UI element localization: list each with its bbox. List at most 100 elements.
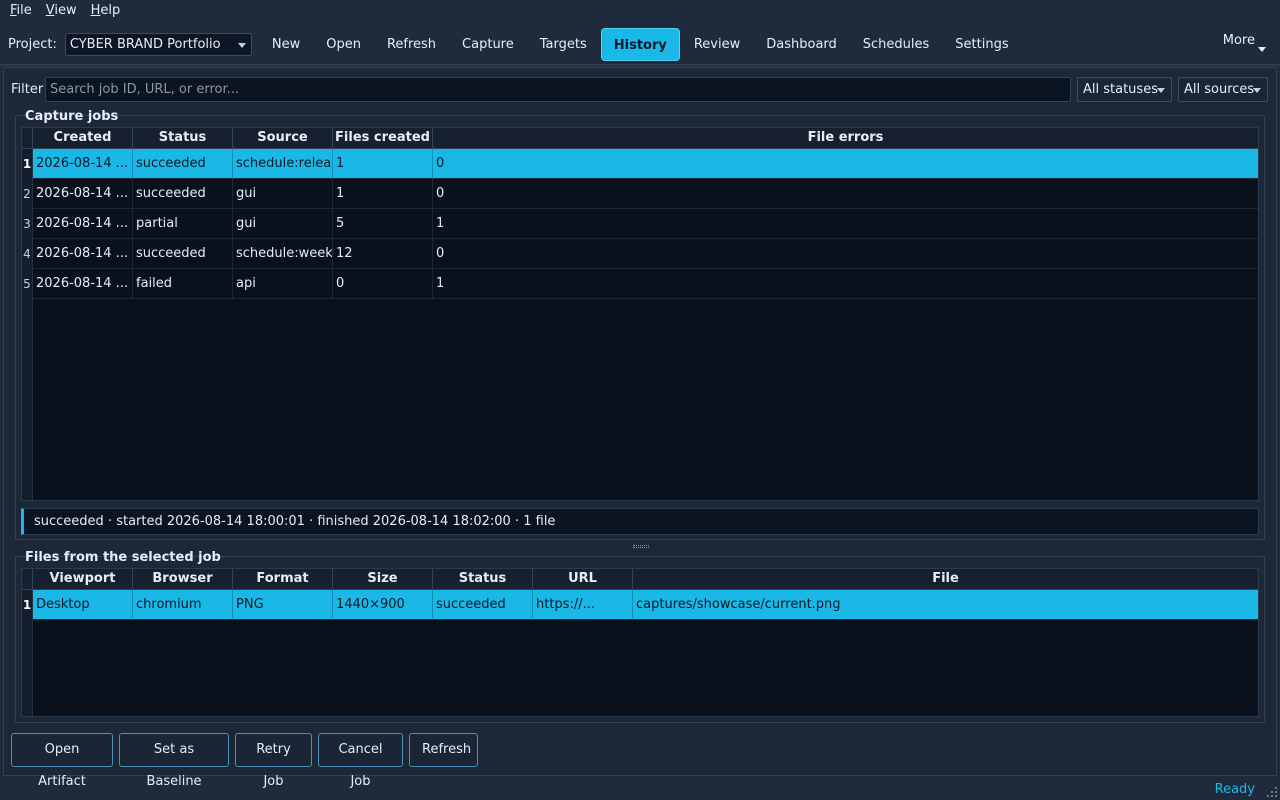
chevron-down-icon: [1258, 47, 1266, 52]
more-label: More: [1222, 33, 1255, 48]
col-status[interactable]: Status: [133, 128, 233, 149]
status-text: Ready: [1214, 782, 1255, 797]
tab-new[interactable]: New: [260, 28, 312, 61]
cell-files-created: 12: [333, 239, 433, 269]
cell-files-created: 0: [333, 269, 433, 299]
filter-search-input[interactable]: Search job ID, URL, or error...: [45, 77, 1071, 102]
more-menu-button[interactable]: More: [1222, 33, 1266, 52]
chevron-down-icon: [1157, 88, 1165, 93]
project-label: Project:: [8, 36, 57, 52]
table-row[interactable]: 1 2026-08-14 ... succeeded schedule:rele…: [22, 149, 1258, 179]
cancel-job-button[interactable]: Cancel Job: [318, 733, 403, 789]
row-number: 1: [22, 149, 33, 179]
cell-file-errors: 1: [433, 209, 1258, 239]
resize-grip-icon[interactable]: [1267, 787, 1277, 797]
tab-settings[interactable]: Settings: [943, 28, 1020, 61]
cell-status: failed: [133, 269, 233, 299]
cell-file-errors: 0: [433, 179, 1258, 209]
retry-job-button[interactable]: Retry Job: [235, 733, 312, 789]
menu-view[interactable]: View: [39, 0, 84, 22]
cell-created: 2026-08-14 ...: [33, 239, 133, 269]
cell-created: 2026-08-14 ...: [33, 269, 133, 299]
jobs-table-header: Created Status Source Files created File…: [22, 128, 1258, 149]
table-row[interactable]: 5 2026-08-14 ... failed api 0 1: [22, 269, 1258, 299]
cell-files-created: 5: [333, 209, 433, 239]
job-files-title: Files from the selected job: [25, 550, 221, 565]
row-number: 1: [22, 590, 33, 620]
tab-refresh[interactable]: Refresh: [375, 28, 448, 61]
cell-viewport: Desktop: [33, 590, 133, 620]
toolbar: Project: CYBER BRAND Portfolio New Open …: [0, 24, 1280, 64]
col-created[interactable]: Created: [33, 128, 133, 149]
cell-file-errors: 0: [433, 239, 1258, 269]
cell-source: api: [233, 269, 333, 299]
col-viewport[interactable]: Viewport: [33, 569, 133, 590]
chevron-down-icon: [237, 42, 246, 48]
col-size[interactable]: Size: [333, 569, 433, 590]
menu-help[interactable]: Help: [84, 0, 128, 22]
splitter-handle[interactable]: [633, 545, 649, 548]
table-corner: [22, 128, 33, 149]
project-select-value: CYBER BRAND Portfolio: [69, 36, 221, 52]
open-artifact-button[interactable]: Open Artifact: [11, 733, 113, 789]
table-row[interactable]: 4 2026-08-14 ... succeeded schedule:week…: [22, 239, 1258, 269]
cell-status: succeeded: [133, 179, 233, 209]
col-url[interactable]: URL: [533, 569, 633, 590]
cell-status: succeeded: [433, 590, 533, 620]
table-row[interactable]: 3 2026-08-14 ... partial gui 5 1: [22, 209, 1258, 239]
cell-source: schedule:week...: [233, 239, 333, 269]
cell-format: PNG: [233, 590, 333, 620]
row-number: 2: [22, 179, 33, 209]
cell-file-errors: 1: [433, 269, 1258, 299]
cell-status: partial: [133, 209, 233, 239]
tab-bar: New Open Refresh Capture Targets History…: [260, 27, 1023, 61]
menu-bar: File View Help: [0, 0, 1280, 22]
filter-label: Filter: [11, 82, 44, 97]
job-files-table[interactable]: Viewport Browser Format Size Status URL …: [21, 568, 1259, 717]
tab-capture[interactable]: Capture: [450, 28, 526, 61]
tab-targets[interactable]: Targets: [528, 28, 599, 61]
table-row[interactable]: 1 Desktop chromium PNG 1440×900 succeede…: [22, 590, 1258, 620]
cell-file: captures/showcase/current.png: [633, 590, 1258, 620]
table-corner: [22, 569, 33, 590]
job-summary: succeeded · started 2026-08-14 18:00:01 …: [21, 508, 1259, 535]
cell-source: schedule:relea...: [233, 149, 333, 179]
col-browser[interactable]: Browser: [133, 569, 233, 590]
cell-file-errors: 0: [433, 149, 1258, 179]
cell-source: gui: [233, 209, 333, 239]
menu-file[interactable]: File: [3, 0, 39, 22]
col-file[interactable]: File: [633, 569, 1258, 590]
project-select[interactable]: CYBER BRAND Portfolio: [64, 32, 252, 56]
tab-schedules[interactable]: Schedules: [851, 28, 942, 61]
table-row[interactable]: 2 2026-08-14 ... succeeded gui 1 0: [22, 179, 1258, 209]
row-number: 5: [22, 269, 33, 299]
cell-created: 2026-08-14 ...: [33, 209, 133, 239]
source-filter-value: All sources: [1184, 82, 1255, 97]
tab-review[interactable]: Review: [682, 28, 752, 61]
col-format[interactable]: Format: [233, 569, 333, 590]
col-status[interactable]: Status: [433, 569, 533, 590]
tab-dashboard[interactable]: Dashboard: [754, 28, 849, 61]
cell-created: 2026-08-14 ...: [33, 179, 133, 209]
col-file-errors[interactable]: File errors: [433, 128, 1258, 149]
cell-size: 1440×900: [333, 590, 433, 620]
capture-jobs-table[interactable]: Created Status Source Files created File…: [21, 127, 1259, 501]
col-files-created[interactable]: Files created: [333, 128, 433, 149]
set-baseline-button[interactable]: Set as Baseline: [119, 733, 229, 789]
cell-status: succeeded: [133, 149, 233, 179]
refresh-button[interactable]: Refresh: [409, 733, 478, 767]
status-filter-select[interactable]: All statuses: [1077, 77, 1172, 102]
status-filter-value: All statuses: [1083, 82, 1158, 97]
cell-created: 2026-08-14 ...: [33, 149, 133, 179]
source-filter-select[interactable]: All sources: [1178, 77, 1268, 102]
cell-url: https://...: [533, 590, 633, 620]
cell-status: succeeded: [133, 239, 233, 269]
toolbar-divider: [0, 64, 1280, 66]
tab-open[interactable]: Open: [314, 28, 373, 61]
col-source[interactable]: Source: [233, 128, 333, 149]
row-number: 4: [22, 239, 33, 269]
chevron-down-icon: [1253, 88, 1261, 93]
tab-history[interactable]: History: [600, 27, 680, 61]
row-number: 3: [22, 209, 33, 239]
cell-files-created: 1: [333, 149, 433, 179]
